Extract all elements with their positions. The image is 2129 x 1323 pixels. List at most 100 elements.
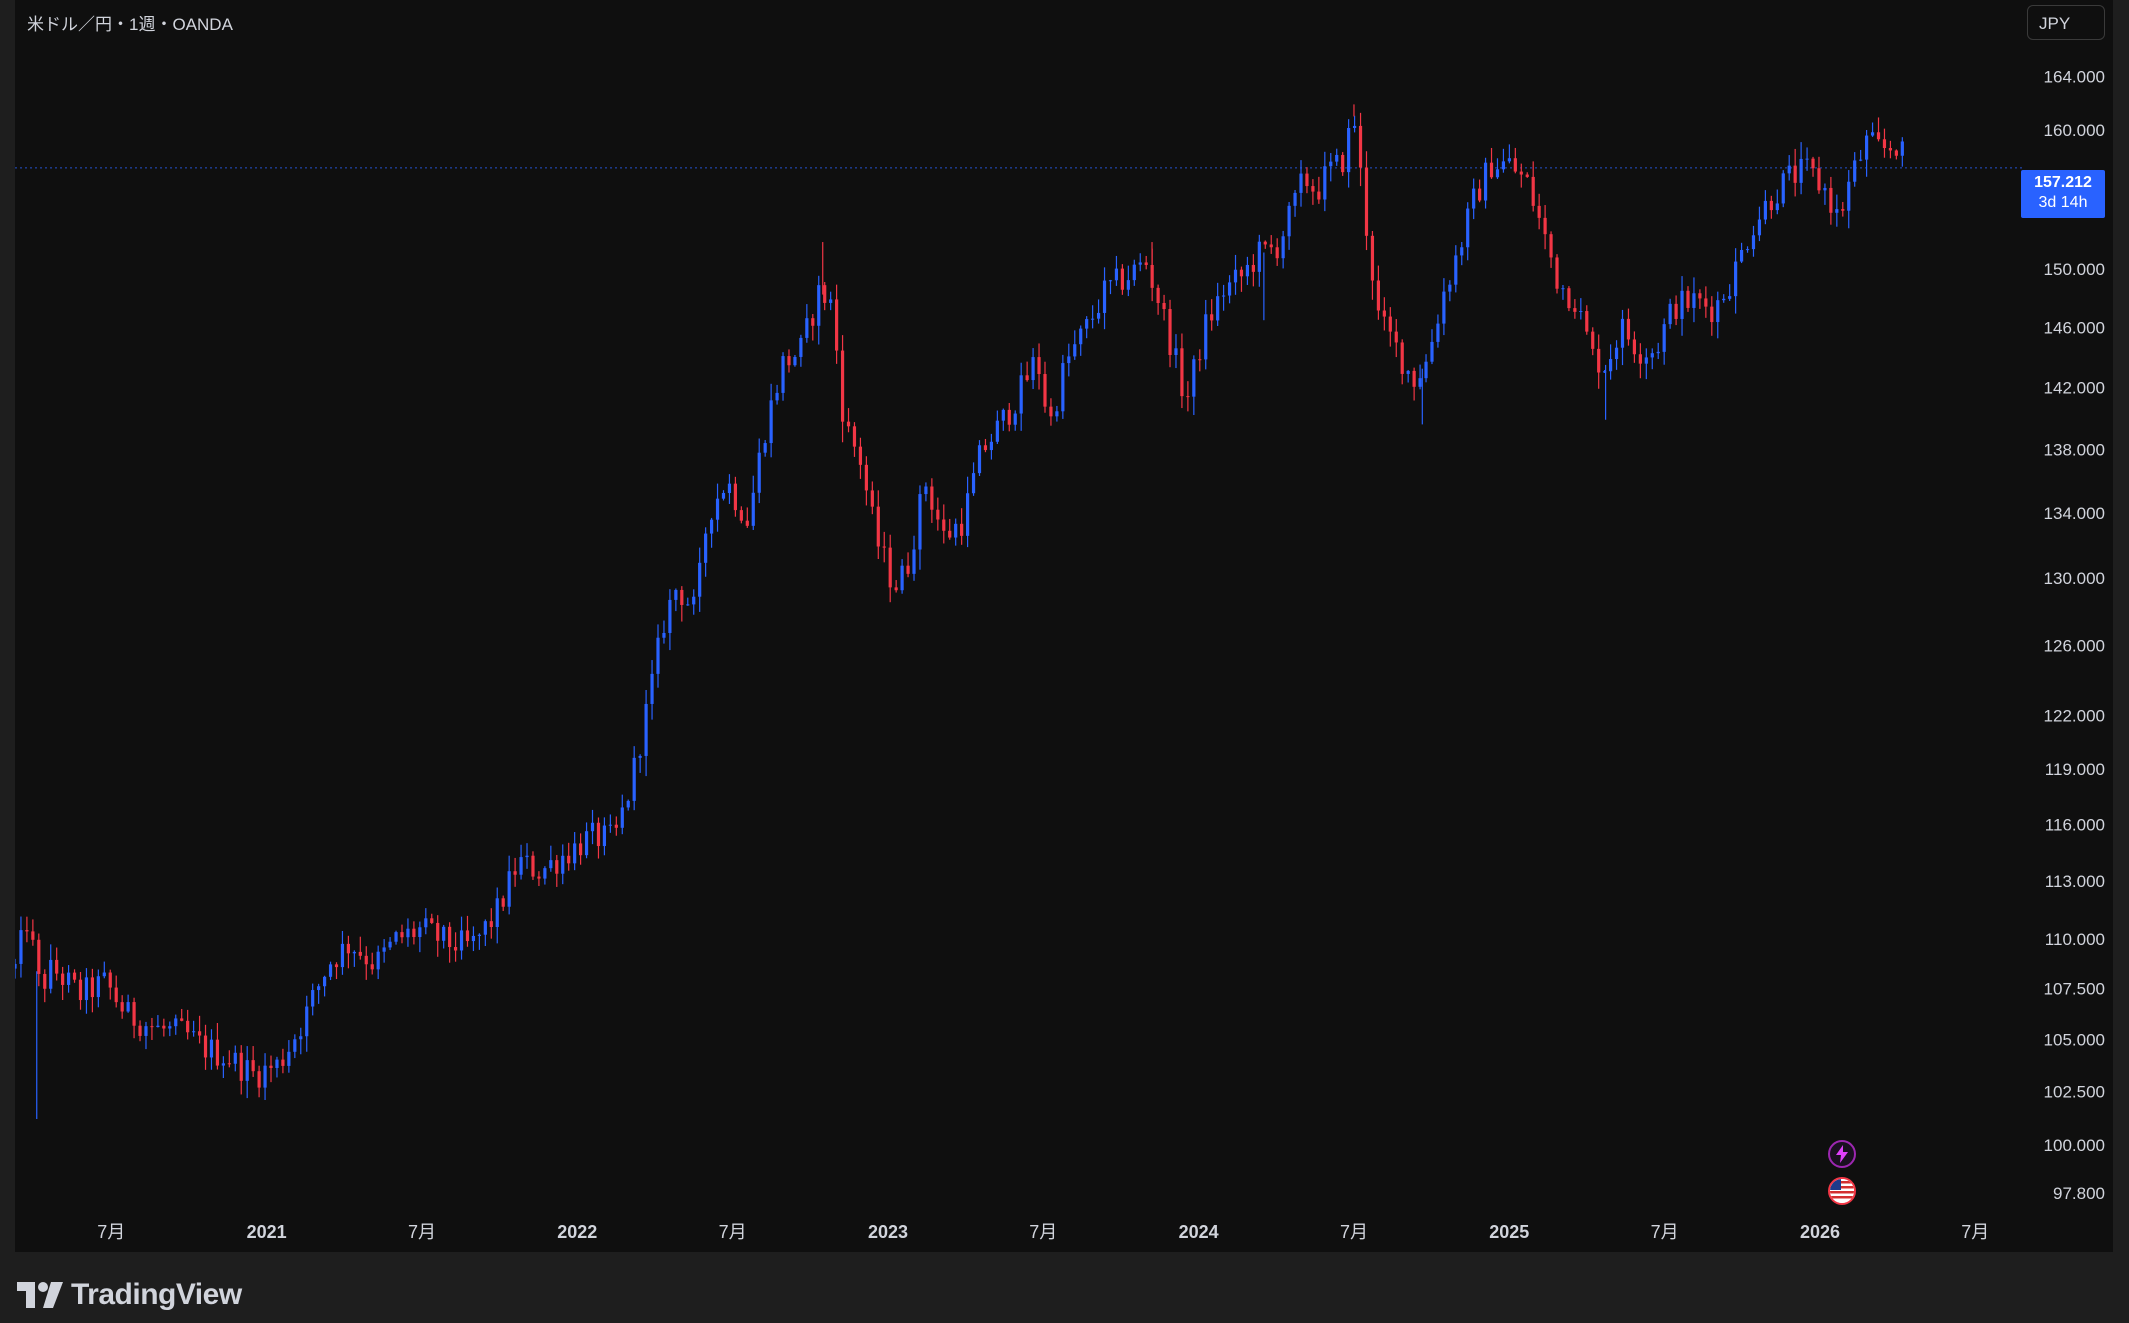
candle xyxy=(793,354,797,367)
candle xyxy=(340,930,345,975)
y-tick-label: 110.000 xyxy=(2045,930,2105,949)
candle xyxy=(1835,194,1839,227)
candle xyxy=(644,689,648,777)
candle xyxy=(846,408,851,433)
y-tick-label: 97.800 xyxy=(2053,1184,2105,1203)
y-tick-label: 138.000 xyxy=(2044,440,2105,459)
candle xyxy=(471,926,476,952)
candle xyxy=(1382,297,1386,331)
candle xyxy=(579,833,583,865)
candle xyxy=(1227,275,1232,304)
flash-icon[interactable] xyxy=(1828,1140,1856,1168)
candle xyxy=(1245,256,1250,285)
candle xyxy=(1781,170,1785,208)
us-flag-icon[interactable] xyxy=(1828,1177,1856,1205)
candle xyxy=(620,794,624,835)
candle xyxy=(1460,241,1464,266)
x-tick-label: 7月 xyxy=(1340,1222,1368,1242)
candle xyxy=(281,1048,285,1074)
candle xyxy=(1555,254,1559,294)
candle xyxy=(1239,266,1244,292)
candle xyxy=(1323,151,1327,212)
y-tick-label: 150.000 xyxy=(2044,260,2105,279)
y-tick-label: 146.000 xyxy=(2044,319,2105,338)
candle xyxy=(1662,318,1666,365)
bar-countdown-label: 3d 14h xyxy=(2038,194,2088,211)
candle xyxy=(346,935,351,969)
candle xyxy=(811,314,815,341)
candle xyxy=(1233,254,1238,295)
candle xyxy=(1686,286,1690,312)
candle xyxy=(477,933,481,950)
candle xyxy=(43,969,47,1003)
candle xyxy=(459,916,464,960)
currency-selector[interactable]: JPY xyxy=(2027,5,2105,40)
candle xyxy=(662,620,666,644)
candle xyxy=(900,559,904,594)
y-tick-label: 164.000 xyxy=(2044,68,2105,87)
candle xyxy=(1406,369,1410,383)
candle xyxy=(1525,172,1529,178)
candle xyxy=(1728,284,1732,301)
candle xyxy=(1513,147,1517,174)
candle xyxy=(1168,299,1172,368)
candle xyxy=(1626,308,1631,346)
chart-panel[interactable]: 164.000 160.000 150.000 146.000 142.000 138.0… xyxy=(15,0,2113,1252)
candle xyxy=(1543,205,1547,250)
candle xyxy=(1257,234,1261,287)
y-tick-label: 100.000 xyxy=(2044,1136,2105,1155)
candle xyxy=(1067,343,1071,377)
candle xyxy=(1894,149,1898,160)
candle xyxy=(1210,299,1214,331)
candle xyxy=(995,410,999,444)
candle xyxy=(537,871,541,887)
candle xyxy=(745,507,749,528)
candle xyxy=(442,924,446,949)
candle xyxy=(1400,339,1404,385)
candle xyxy=(1650,348,1654,370)
candle xyxy=(1073,330,1077,360)
tradingview-logo[interactable]: TradingView xyxy=(17,1278,242,1312)
candle xyxy=(894,580,898,593)
y-tick-label: 105.000 xyxy=(2044,1030,2105,1049)
candle xyxy=(263,1053,267,1101)
candle xyxy=(1805,147,1809,171)
candle xyxy=(1126,265,1130,297)
candle xyxy=(1364,151,1369,251)
candle xyxy=(1859,149,1863,162)
candle xyxy=(954,518,958,546)
candle xyxy=(1352,115,1357,133)
candle xyxy=(686,597,690,606)
candle xyxy=(15,958,17,979)
candle xyxy=(1370,230,1375,300)
candle xyxy=(1865,130,1869,177)
candle xyxy=(1823,183,1827,205)
candle xyxy=(1096,299,1101,324)
y-tick-label: 160.000 xyxy=(2044,121,2105,140)
candle xyxy=(840,335,845,443)
candle xyxy=(507,855,511,915)
candle xyxy=(209,1029,214,1070)
candle xyxy=(1198,349,1202,372)
candle xyxy=(864,456,868,506)
chart-canvas[interactable]: 164.000 160.000 150.000 146.000 142.000 138.0… xyxy=(15,0,2113,1252)
candle xyxy=(1376,265,1380,320)
tradingview-logo-icon xyxy=(17,1282,63,1308)
candle xyxy=(269,1055,273,1083)
candle xyxy=(668,589,672,651)
candle xyxy=(1013,410,1017,431)
candle xyxy=(126,994,130,1013)
candle xyxy=(394,930,398,945)
candle xyxy=(1847,170,1851,229)
candle xyxy=(519,844,523,880)
candle xyxy=(1614,340,1619,370)
candle xyxy=(168,1021,172,1037)
candle xyxy=(1561,284,1565,300)
candle xyxy=(299,1027,303,1055)
candle xyxy=(1102,267,1107,330)
candle xyxy=(817,275,821,345)
candle xyxy=(1305,167,1309,194)
candle xyxy=(1269,235,1273,254)
candle xyxy=(311,983,315,1016)
candle xyxy=(882,531,886,563)
